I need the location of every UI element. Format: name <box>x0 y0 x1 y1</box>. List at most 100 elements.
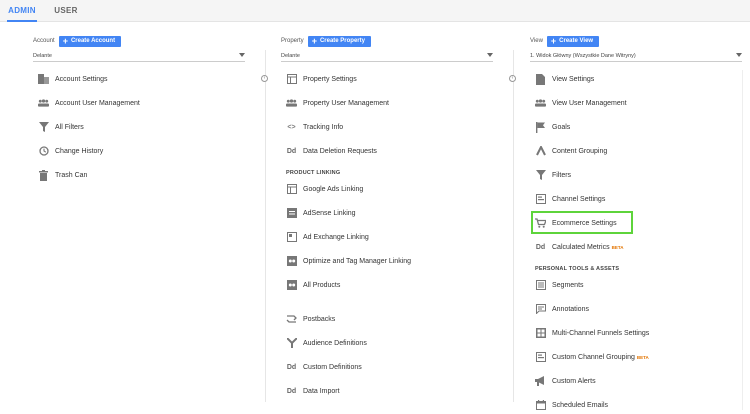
all-products-item[interactable]: All Products <box>286 278 340 292</box>
view-selected-value: 1. Widok Główny (Wszystkie Dane Witryny) <box>530 52 636 59</box>
property-select[interactable]: Delante <box>281 50 493 62</box>
flag-icon <box>535 121 546 133</box>
channel-icon <box>535 194 546 205</box>
item-label: All Filters <box>55 123 84 131</box>
audience-definitions-item[interactable]: Audience Definitions <box>286 336 367 350</box>
item-label: Multi-Channel Funnels Settings <box>552 329 650 337</box>
optimize-tag-manager-linking-item[interactable]: Optimize and Tag Manager Linking <box>286 254 411 268</box>
item-label: Audience Definitions <box>303 339 367 347</box>
annotations-item[interactable]: Annotations <box>535 302 589 316</box>
view-settings-item[interactable]: View Settings <box>535 72 594 86</box>
caret-down-icon <box>736 53 742 57</box>
comment-icon <box>535 304 546 315</box>
optimize-icon <box>286 256 297 267</box>
collapse-icon[interactable]: ‹ <box>509 75 516 82</box>
history-icon <box>38 146 49 157</box>
create-view-button[interactable]: + Create View <box>546 35 600 47</box>
caret-down-icon <box>239 53 245 57</box>
dd-icon: Dd <box>286 363 297 371</box>
item-label: Data Import <box>303 387 340 395</box>
view-select[interactable]: 1. Widok Główny (Wszystkie Dane Witryny) <box>530 50 742 62</box>
account-user-management-item[interactable]: Account User Management <box>38 96 140 110</box>
tab-admin[interactable]: ADMIN <box>7 0 37 22</box>
account-select[interactable]: Delante <box>33 50 245 62</box>
layout-icon <box>286 74 297 85</box>
ad-exchange-icon <box>286 232 297 243</box>
property-column: Property + Create Property Delante Prope… <box>281 22 495 414</box>
grouping-icon <box>535 146 546 157</box>
goals-item[interactable]: Goals <box>535 120 570 134</box>
calendar-icon <box>535 400 546 411</box>
products-icon <box>286 280 297 291</box>
property-user-management-item[interactable]: Property User Management <box>286 96 389 110</box>
users-icon <box>286 98 297 109</box>
property-selected-value: Delante <box>281 52 300 59</box>
google-ads-linking-item[interactable]: Google Ads Linking <box>286 182 363 196</box>
collapse-icon[interactable]: ‹ <box>261 75 268 82</box>
item-label: Ad Exchange Linking <box>303 233 369 241</box>
data-import-item[interactable]: Dd Data Import <box>286 384 340 398</box>
column-divider <box>265 50 266 402</box>
create-property-label: Create Property <box>319 38 365 44</box>
account-selected-value: Delante <box>33 52 52 59</box>
item-label: Account Settings <box>55 75 108 83</box>
top-tab-bar: ADMIN USER <box>0 0 750 22</box>
postbacks-item[interactable]: Postbacks <box>286 312 335 326</box>
filters-item[interactable]: Filters <box>535 168 571 182</box>
property-label: Property <box>281 38 304 44</box>
tracking-info-item[interactable]: <> Tracking Info <box>286 120 343 134</box>
trash-can-item[interactable]: Trash Can <box>38 168 87 182</box>
account-column: Account + Create Account Delante Account… <box>33 22 247 414</box>
custom-channel-grouping-item[interactable]: Custom Channel Grouping BETA <box>535 350 649 364</box>
item-label: Ecommerce Settings <box>552 219 617 227</box>
segments-item[interactable]: Segments <box>535 278 584 292</box>
code-icon: <> <box>287 123 296 131</box>
calculated-metrics-item[interactable]: Dd Calculated Metrics BETA <box>535 240 624 254</box>
custom-alerts-item[interactable]: Custom Alerts <box>535 374 596 388</box>
trash-icon <box>38 169 49 181</box>
item-label: Segments <box>552 281 584 289</box>
view-user-management-item[interactable]: View User Management <box>535 96 627 110</box>
adsense-linking-item[interactable]: AdSense Linking <box>286 206 356 220</box>
item-label: AdSense Linking <box>303 209 356 217</box>
change-history-item[interactable]: Change History <box>38 144 103 158</box>
item-label: Goals <box>552 123 571 131</box>
cart-icon <box>535 218 546 229</box>
plus-icon: + <box>311 35 317 46</box>
account-settings-item[interactable]: Account Settings <box>38 72 108 86</box>
item-label: Annotations <box>552 305 589 313</box>
item-label: Account User Management <box>55 99 140 107</box>
view-header: View + Create View <box>530 35 600 47</box>
data-deletion-requests-item[interactable]: Dd Data Deletion Requests <box>286 144 377 158</box>
create-account-label: Create Account <box>70 38 116 44</box>
item-label: View User Management <box>552 99 627 107</box>
megaphone-icon <box>535 376 546 387</box>
dd-icon: Dd <box>535 243 546 251</box>
item-label: Custom Channel Grouping <box>552 353 635 361</box>
create-account-button[interactable]: + Create Account <box>58 35 122 47</box>
view-label: View <box>530 38 543 44</box>
users-icon <box>535 98 546 109</box>
item-label: Property Settings <box>303 75 357 83</box>
item-label: Channel Settings <box>552 195 606 203</box>
content-grouping-item[interactable]: Content Grouping <box>535 144 607 158</box>
create-property-button[interactable]: + Create Property <box>307 35 371 47</box>
mcf-settings-item[interactable]: Multi-Channel Funnels Settings <box>535 326 649 340</box>
ecommerce-settings-item[interactable]: Ecommerce Settings <box>535 216 617 230</box>
users-icon <box>38 98 49 109</box>
item-label: Custom Definitions <box>303 363 362 371</box>
view-column: View + Create View 1. Widok Główny (Wszy… <box>530 22 744 414</box>
channel-settings-item[interactable]: Channel Settings <box>535 192 605 206</box>
custom-definitions-item[interactable]: Dd Custom Definitions <box>286 360 362 374</box>
all-filters-item[interactable]: All Filters <box>38 120 84 134</box>
item-label: Content Grouping <box>552 147 608 155</box>
property-settings-item[interactable]: Property Settings <box>286 72 357 86</box>
scheduled-emails-item[interactable]: Scheduled Emails <box>535 398 608 412</box>
plus-icon: + <box>550 35 557 46</box>
document-icon <box>535 73 546 85</box>
beta-badge: BETA <box>636 354 649 360</box>
tab-user[interactable]: USER <box>52 0 80 22</box>
ad-exchange-linking-item[interactable]: Ad Exchange Linking <box>286 230 369 244</box>
channel-icon <box>535 352 546 363</box>
dd-icon: Dd <box>286 387 297 395</box>
